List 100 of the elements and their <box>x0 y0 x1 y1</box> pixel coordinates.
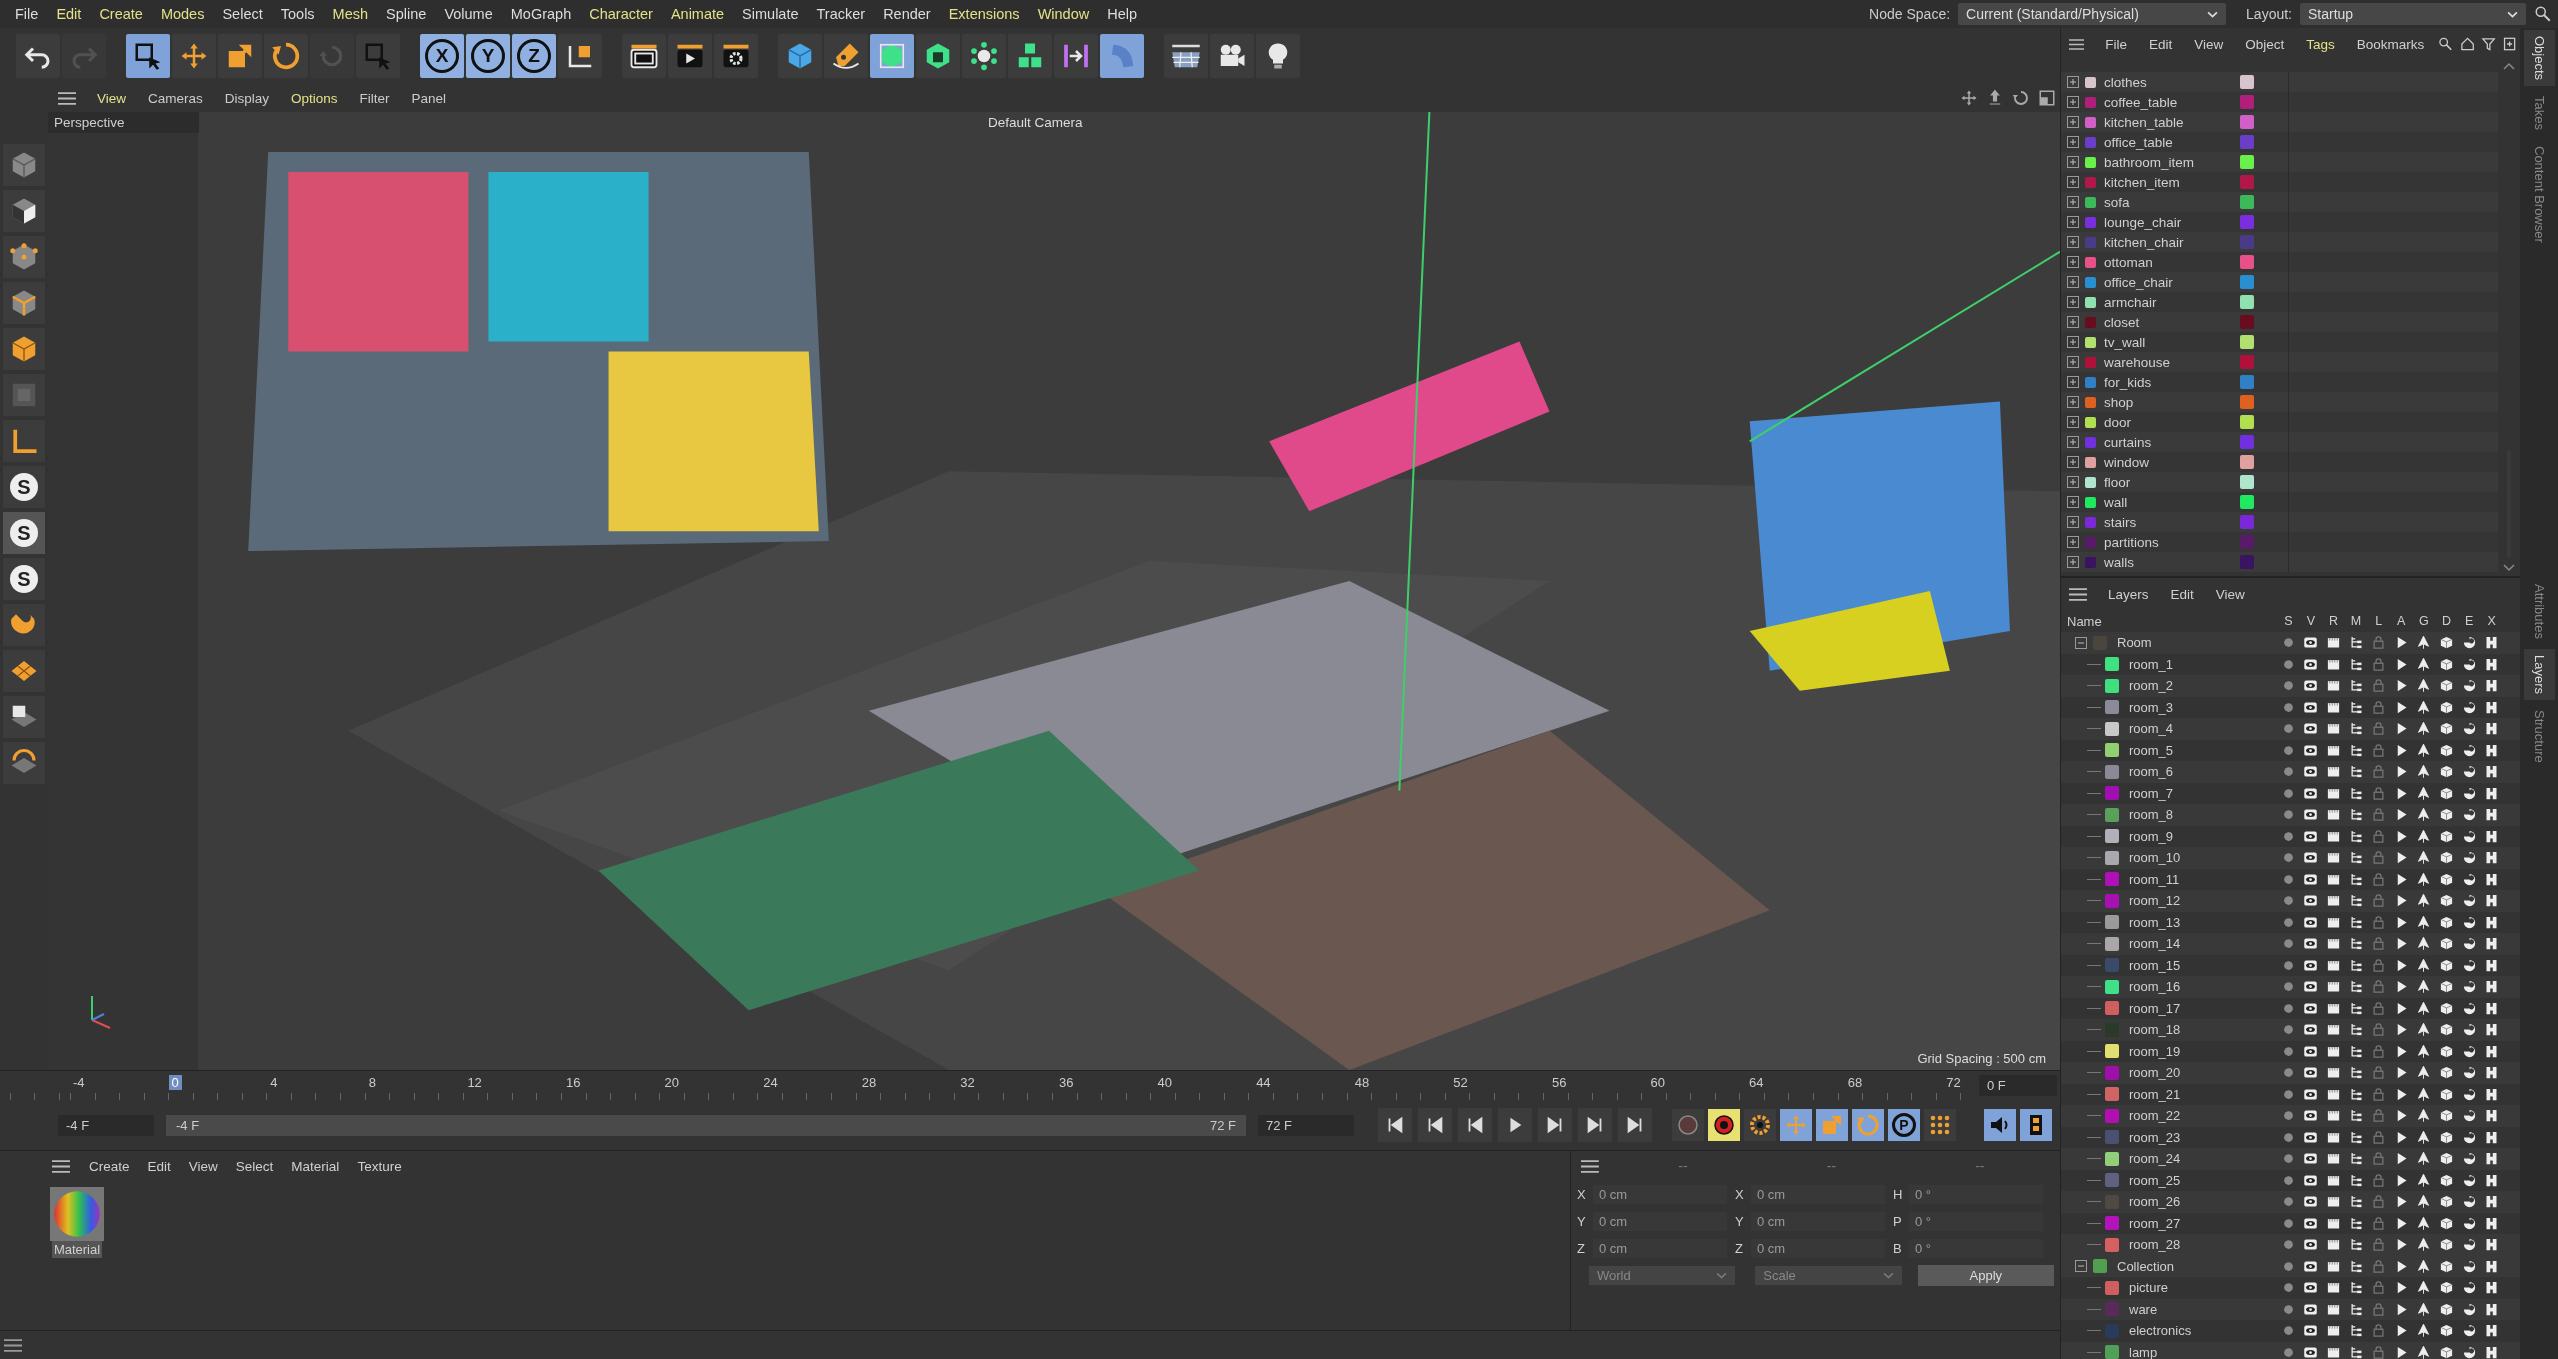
coordinate-field[interactable]: 0 cm <box>1593 1185 1727 1204</box>
menu-item[interactable]: Cameras <box>137 90 214 106</box>
object-name[interactable]: window <box>2104 454 2236 470</box>
menu-item[interactable]: Animate <box>661 6 734 22</box>
menu-item[interactable]: Modes <box>151 6 214 22</box>
layer-name[interactable]: room_17 <box>2129 1000 2181 1016</box>
layer-name[interactable]: room_28 <box>2129 1237 2181 1253</box>
object-name[interactable]: kitchen_item <box>2104 174 2236 190</box>
side-tab[interactable]: Objects <box>2523 30 2555 87</box>
snap-button[interactable]: S <box>3 558 45 600</box>
layer-name[interactable]: room_11 <box>2129 871 2180 887</box>
layer-name[interactable]: room_12 <box>2129 893 2181 909</box>
layout-dropdown[interactable]: Startup <box>2300 3 2526 25</box>
menu-item[interactable]: Extensions <box>939 6 1029 22</box>
object-name[interactable]: wall <box>2104 494 2236 510</box>
layer-name[interactable]: room_14 <box>2129 936 2181 952</box>
coordinate-field[interactable]: 0 cm <box>1751 1239 1885 1258</box>
column-header[interactable]: Name <box>2067 613 2277 629</box>
object-name[interactable]: tv_wall <box>2104 334 2236 350</box>
layer-name[interactable]: room_15 <box>2129 957 2181 973</box>
layer-name[interactable]: room_4 <box>2129 721 2174 737</box>
axis-button[interactable]: X <box>420 34 464 78</box>
object-name[interactable]: office_table <box>2104 134 2236 150</box>
menu-item[interactable]: Tools <box>271 6 324 22</box>
column-header[interactable]: R <box>2322 614 2345 628</box>
snap-button[interactable]: S <box>3 466 45 508</box>
column-header[interactable]: S <box>2277 614 2300 628</box>
layer-name[interactable]: room_5 <box>2129 742 2174 758</box>
column-header[interactable]: X <box>2480 614 2503 628</box>
layer-name[interactable]: room_22 <box>2129 1108 2181 1124</box>
snap-button[interactable]: S <box>3 512 45 554</box>
menu-item[interactable]: View <box>86 90 138 106</box>
layer-name[interactable]: room_6 <box>2129 764 2174 780</box>
menu-item[interactable]: Select <box>213 6 272 22</box>
menu-item[interactable]: Edit <box>138 1158 180 1174</box>
layer-name[interactable]: room_21 <box>2129 1086 2181 1102</box>
layer-name[interactable]: room_27 <box>2129 1215 2181 1231</box>
layer-name[interactable]: room_18 <box>2129 1022 2181 1038</box>
menu-item[interactable]: File <box>6 6 48 22</box>
layer-name[interactable]: room_8 <box>2129 807 2174 823</box>
layer-name[interactable]: room_10 <box>2129 850 2181 866</box>
current-frame-field[interactable]: 0 F <box>1979 1075 2057 1096</box>
menu-item[interactable]: Volume <box>435 6 502 22</box>
param-button[interactable]: P <box>1888 1109 1920 1141</box>
menu-item[interactable]: Filter <box>348 90 401 106</box>
layer-name[interactable]: room_7 <box>2129 785 2174 801</box>
layer-name[interactable]: Room <box>2117 635 2152 651</box>
object-name[interactable]: partitions <box>2104 534 2236 550</box>
side-tab[interactable]: Content Browser <box>2523 140 2555 249</box>
menu-item[interactable]: Render <box>874 6 940 22</box>
menu-item[interactable]: Edit <box>2159 586 2205 602</box>
layer-name[interactable]: room_23 <box>2129 1129 2181 1145</box>
node-space-dropdown[interactable]: Current (Standard/Physical) <box>1958 3 2227 25</box>
menu-item[interactable]: View <box>2183 36 2235 52</box>
coordinate-field[interactable]: 0 cm <box>1751 1212 1885 1231</box>
layer-name[interactable]: room_1 <box>2129 656 2174 672</box>
menu-item[interactable]: Options <box>280 90 349 106</box>
menu-item[interactable]: Edit <box>2137 36 2184 52</box>
object-name[interactable]: coffee_table <box>2104 94 2236 110</box>
menu-item[interactable]: Texture <box>348 1158 411 1174</box>
menu-item[interactable]: View <box>179 1158 227 1174</box>
column-header[interactable]: G <box>2412 614 2436 628</box>
column-header[interactable]: M <box>2344 614 2368 628</box>
object-name[interactable]: door <box>2104 414 2236 430</box>
column-header[interactable]: E <box>2457 614 2481 628</box>
coordinate-field[interactable]: 0 ° <box>1909 1185 2043 1204</box>
object-name[interactable]: armchair <box>2104 294 2236 310</box>
end-frame-field[interactable]: 72 F <box>1258 1114 1354 1136</box>
layer-name[interactable]: room_13 <box>2129 914 2181 930</box>
coordinate-field[interactable]: 0 cm <box>1751 1185 1885 1204</box>
side-tab[interactable]: Attributes <box>2523 578 2555 645</box>
side-tab[interactable]: Structure <box>2523 703 2555 769</box>
axis-button[interactable]: Z <box>512 34 556 78</box>
apply-button[interactable]: Apply <box>1917 1265 2054 1286</box>
menu-item[interactable]: Create <box>80 1158 139 1174</box>
layer-name[interactable]: Collection <box>2117 1258 2175 1274</box>
menu-item[interactable]: Material <box>282 1158 349 1174</box>
side-tab[interactable]: Takes <box>2523 90 2555 137</box>
layer-name[interactable]: room_3 <box>2129 699 2174 715</box>
layer-name[interactable]: lamp <box>2129 1344 2158 1359</box>
material-name[interactable]: Material <box>51 1241 103 1258</box>
layer-name[interactable]: picture <box>2129 1280 2169 1296</box>
layer-name[interactable]: room_19 <box>2129 1043 2181 1059</box>
layer-name[interactable]: room_25 <box>2129 1172 2181 1188</box>
column-header[interactable]: A <box>2389 614 2413 628</box>
menu-item[interactable]: File <box>2094 36 2138 52</box>
layer-name[interactable]: room_9 <box>2129 828 2174 844</box>
menu-item[interactable]: Mesh <box>323 6 378 22</box>
layer-name[interactable]: room_2 <box>2129 678 2174 694</box>
coordinate-field[interactable]: 0 ° <box>1909 1239 2043 1258</box>
layer-name[interactable]: room_16 <box>2129 979 2181 995</box>
coordinate-field[interactable]: 0 ° <box>1909 1212 2043 1231</box>
menu-item[interactable]: Spline <box>377 6 436 22</box>
menu-item[interactable]: MoGraph <box>501 6 581 22</box>
axis-button[interactable]: Y <box>466 34 510 78</box>
menu-item[interactable]: Display <box>213 90 281 106</box>
menu-item[interactable]: View <box>2204 586 2256 602</box>
column-header[interactable]: V <box>2299 614 2323 628</box>
layer-name[interactable]: room_24 <box>2129 1151 2181 1167</box>
menu-item[interactable]: Character <box>580 6 662 22</box>
